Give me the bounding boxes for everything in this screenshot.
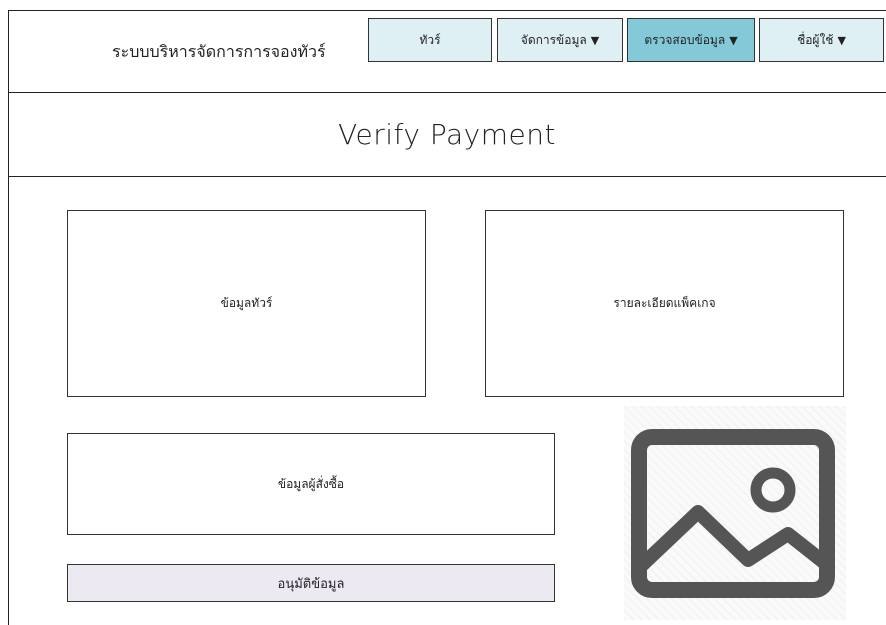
nav-verify-data-button[interactable]: ตรวจสอบข้อมูล ▼: [627, 18, 755, 62]
nav-username-button[interactable]: ชื่อผู้ใช้ ▼: [759, 18, 884, 62]
nav-tours-button[interactable]: ทัวร์: [368, 18, 492, 62]
buyer-info-panel: ข้อมูลผู้สั่งซื้อ: [67, 433, 555, 535]
payment-slip-image: [624, 406, 846, 620]
nav-username-label: ชื่อผู้ใช้: [797, 32, 834, 47]
nav-manage-data-button[interactable]: จัดการข้อมูล ▼: [497, 18, 623, 62]
package-details-panel: รายละเอียดแพ็คเกจ: [485, 210, 844, 397]
package-details-label: รายละเอียดแพ็คเกจ: [613, 296, 716, 310]
app-title: ระบบบริหารจัดการการจองทัวร์: [112, 42, 326, 61]
image-placeholder-icon: [631, 429, 835, 598]
nav-tours-label: ทัวร์: [419, 32, 441, 47]
page-title: Verify Payment: [338, 118, 556, 151]
tour-info-panel: ข้อมูลทัวร์: [67, 210, 426, 397]
nav-verify-data-label: ตรวจสอบข้อมูล: [644, 32, 726, 47]
chevron-down-icon: ▼: [837, 33, 846, 47]
page-title-band: Verify Payment: [8, 93, 886, 177]
buyer-info-label: ข้อมูลผู้สั่งซื้อ: [277, 476, 345, 491]
chevron-down-icon: ▼: [590, 33, 600, 47]
nav-manage-data-label: จัดการข้อมูล: [520, 32, 587, 47]
chevron-down-icon: ▼: [729, 33, 738, 47]
approve-data-label: อนุมัติข้อมูล: [277, 576, 345, 592]
approve-data-button[interactable]: อนุมัติข้อมูล: [67, 564, 555, 602]
tour-info-label: ข้อมูลทัวร์: [220, 296, 273, 310]
